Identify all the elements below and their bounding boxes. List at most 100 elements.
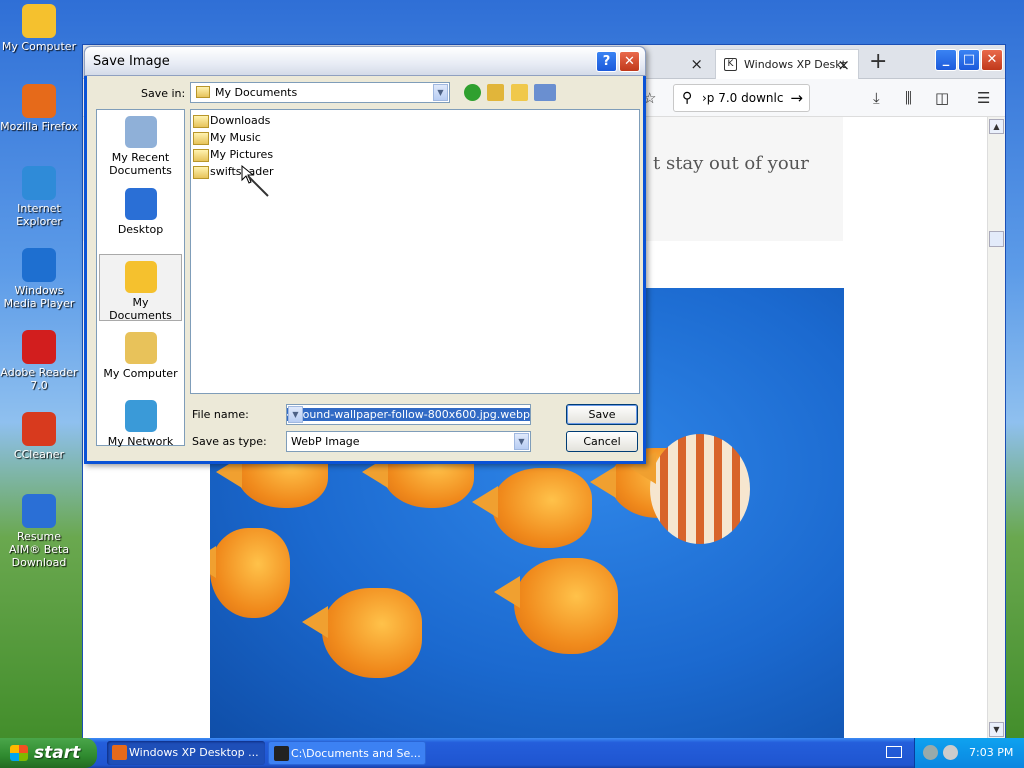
sidebar-icon[interactable]: ◫ bbox=[935, 89, 949, 107]
speaker-icon[interactable] bbox=[943, 745, 958, 760]
save-type-value: WebP Image bbox=[291, 435, 360, 448]
desktop-icon-my-computer[interactable]: My Computer bbox=[0, 4, 78, 53]
url-bar[interactable]: ⚲ ›p 7.0 downlc → bbox=[673, 84, 810, 112]
start-label: start bbox=[34, 743, 81, 763]
ccleaner-icon bbox=[22, 412, 56, 446]
scroll-down-button[interactable]: ▼ bbox=[989, 722, 1004, 737]
list-item[interactable]: My Pictures bbox=[193, 146, 273, 163]
aim-icon bbox=[22, 494, 56, 528]
place-my-computer[interactable]: My Computer bbox=[99, 332, 182, 380]
desktop-icon bbox=[124, 188, 157, 220]
page-heading-text: t stay out of your bbox=[653, 153, 809, 174]
tray-icon[interactable] bbox=[923, 745, 938, 760]
dialog-title: Save Image bbox=[93, 54, 170, 69]
taskbar-item-browser[interactable]: Windows XP Desktop ... bbox=[107, 741, 265, 765]
taskbar: start Windows XP Desktop ... C:\Document… bbox=[0, 738, 1024, 768]
place-desktop[interactable]: Desktop bbox=[99, 188, 182, 236]
place-my-documents[interactable]: My Documents bbox=[99, 254, 182, 322]
taskbar-item-label: C:\Documents and Se... bbox=[291, 747, 421, 760]
save-in-dropdown[interactable]: My Documents ▼ bbox=[190, 82, 450, 103]
mouse-cursor-icon bbox=[241, 164, 269, 197]
places-bar: My Recent Documents Desktop My Documents… bbox=[96, 109, 185, 448]
save-type-dropdown[interactable]: WebP Image ▼ bbox=[286, 431, 531, 452]
desktop-icon-label: Adobe Reader 7.0 bbox=[0, 366, 78, 392]
place-my-recent-documents[interactable]: My Recent Documents bbox=[99, 116, 182, 177]
save-type-label: Save as type: bbox=[192, 435, 267, 448]
download-icon[interactable]: ⤓ bbox=[873, 89, 880, 107]
vertical-scrollbar[interactable]: ▲ ▼ bbox=[987, 117, 1005, 739]
save-in-value: My Documents bbox=[215, 86, 298, 99]
save-image-dialog: Save Image ? ✕ Save in: My Documents ▼ M… bbox=[84, 46, 646, 464]
my-computer-icon bbox=[124, 332, 157, 364]
dialog-close-button[interactable]: ✕ bbox=[619, 51, 640, 72]
desktop-icon-label: Internet Explorer bbox=[16, 202, 62, 228]
desktop-icon-internet-explorer[interactable]: Internet Explorer bbox=[0, 166, 78, 228]
start-button[interactable]: start bbox=[0, 738, 97, 768]
cancel-button[interactable]: Cancel bbox=[566, 431, 638, 452]
desktop-icon-aim[interactable]: Resume AIM® Beta Download bbox=[0, 494, 78, 569]
maximize-button[interactable]: □ bbox=[958, 49, 980, 71]
window-close-button[interactable]: ✕ bbox=[981, 49, 1003, 71]
desktop-icon-media-player[interactable]: Windows Media Player bbox=[0, 248, 78, 310]
desktop-icon-ccleaner[interactable]: CCleaner bbox=[0, 412, 78, 461]
chevron-down-icon[interactable]: ▼ bbox=[433, 84, 448, 101]
taskbar-item-explorer[interactable]: C:\Documents and Se... bbox=[268, 741, 426, 765]
search-icon: ⚲ bbox=[682, 90, 693, 106]
recent-documents-icon bbox=[124, 116, 157, 148]
desktop-icon-label: Windows Media Player bbox=[3, 284, 75, 310]
desktop-icon-label: Resume AIM® Beta Download bbox=[8, 530, 70, 569]
chevron-down-icon[interactable]: ▼ bbox=[288, 406, 303, 423]
minimize-button[interactable]: _ bbox=[935, 49, 957, 71]
scroll-up-button[interactable]: ▲ bbox=[989, 119, 1004, 134]
file-list[interactable]: Downloads My Music My Pictures swiftshad… bbox=[190, 109, 640, 394]
library-icon[interactable]: ⫼ bbox=[905, 89, 912, 107]
new-tab-button[interactable]: + bbox=[869, 49, 887, 74]
file-name-input[interactable]: background-wallpaper-follow-800x600.jpg.… bbox=[286, 404, 531, 425]
menu-icon[interactable]: ☰ bbox=[977, 89, 990, 107]
clock: 7:03 PM bbox=[969, 746, 1014, 759]
desktop-icon-label: Mozilla Firefox bbox=[0, 120, 78, 133]
list-item[interactable]: My Music bbox=[193, 129, 261, 146]
desktop-icon-label: CCleaner bbox=[13, 448, 65, 461]
fish-shape bbox=[472, 468, 592, 548]
place-label: My Network bbox=[107, 435, 174, 448]
save-in-label: Save in: bbox=[141, 87, 186, 100]
my-documents-icon bbox=[124, 261, 157, 293]
browser-tab-active[interactable]: K Windows XP Deskt × bbox=[715, 49, 859, 79]
dialog-titlebar[interactable]: Save Image ? ✕ bbox=[84, 46, 646, 76]
save-button[interactable]: Save bbox=[566, 404, 638, 425]
fish-shape bbox=[210, 528, 290, 618]
file-name-value: background-wallpaper-follow-800x600.jpg.… bbox=[287, 408, 530, 421]
browser-tab[interactable]: × bbox=[645, 49, 711, 79]
tab-close-icon[interactable]: × bbox=[837, 50, 850, 80]
place-label: My Documents bbox=[109, 296, 172, 322]
place-label: My Computer bbox=[103, 367, 178, 380]
media-player-icon bbox=[22, 248, 56, 282]
go-arrow-icon[interactable]: → bbox=[790, 85, 803, 111]
keyboard-icon[interactable] bbox=[886, 746, 902, 758]
new-folder-icon[interactable] bbox=[511, 84, 528, 101]
place-my-network[interactable]: My Network bbox=[99, 400, 182, 448]
my-computer-icon bbox=[22, 4, 56, 38]
help-button[interactable]: ? bbox=[596, 51, 617, 72]
views-menu-icon[interactable] bbox=[534, 84, 556, 101]
windows-flag-icon bbox=[10, 745, 28, 761]
firefox-icon bbox=[112, 745, 127, 760]
system-tray: 7:03 PM bbox=[914, 738, 1024, 768]
back-icon[interactable] bbox=[464, 84, 481, 101]
my-network-icon bbox=[124, 400, 157, 432]
tab-close-icon[interactable]: × bbox=[690, 49, 703, 79]
butterflyfish-shape bbox=[630, 434, 750, 544]
folder-icon bbox=[196, 86, 210, 98]
desktop-icon-firefox[interactable]: Mozilla Firefox bbox=[0, 84, 78, 133]
chevron-down-icon[interactable]: ▼ bbox=[514, 433, 529, 450]
place-label: Desktop bbox=[117, 223, 164, 236]
desktop-icon-label: My Computer bbox=[1, 40, 77, 53]
list-item[interactable]: Downloads bbox=[193, 112, 270, 129]
adobe-reader-icon bbox=[22, 330, 56, 364]
scroll-thumb[interactable] bbox=[989, 231, 1004, 247]
place-label: My Recent Documents bbox=[109, 151, 172, 177]
internet-explorer-icon bbox=[22, 166, 56, 200]
up-folder-icon[interactable] bbox=[487, 84, 504, 101]
desktop-icon-adobe-reader[interactable]: Adobe Reader 7.0 bbox=[0, 330, 78, 392]
